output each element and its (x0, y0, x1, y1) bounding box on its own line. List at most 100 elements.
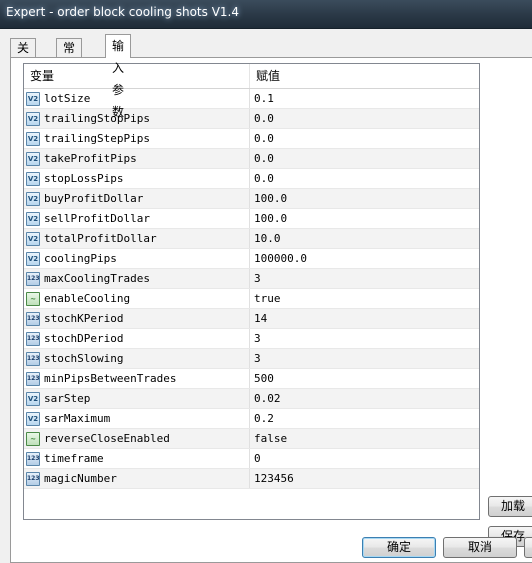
variable-cell: V2 sarStep (24, 389, 250, 408)
table-row[interactable]: V2 coolingPips 100000.0 (24, 249, 479, 269)
table-row[interactable]: V2 sarStep 0.02 (24, 389, 479, 409)
value-cell[interactable]: 14 (250, 309, 479, 328)
variable-cell: 123 stochDPeriod (24, 329, 250, 348)
int-type-icon: 123 (26, 371, 40, 386)
double-type-icon: V2 (26, 111, 40, 126)
variable-cell: V2 trailingStopPips (24, 109, 250, 128)
table-row[interactable]: V2 trailingStopPips 0.0 (24, 109, 479, 129)
int-type-icon: 123 (26, 331, 40, 346)
table-row[interactable]: 123 stochKPeriod 14 (24, 309, 479, 329)
value-cell[interactable]: 0.0 (250, 129, 479, 148)
double-type-icon: V2 (26, 231, 40, 246)
extra-button[interactable] (524, 537, 532, 558)
value-cell[interactable]: 100000.0 (250, 249, 479, 268)
variable-name: trailingStepPips (44, 132, 150, 145)
variable-name: stopLossPips (44, 172, 124, 185)
table-row[interactable]: 123 magicNumber 123456 (24, 469, 479, 489)
variable-cell: V2 sellProfitDollar (24, 209, 250, 228)
variable-cell: 123 magicNumber (24, 469, 250, 488)
value-cell[interactable]: 100.0 (250, 209, 479, 228)
variable-cell: 123 minPipsBetweenTrades (24, 369, 250, 388)
variable-name: sellProfitDollar (44, 212, 150, 225)
double-type-icon: V2 (26, 411, 40, 426)
table-row[interactable]: V2 buyProfitDollar 100.0 (24, 189, 479, 209)
value-cell[interactable]: 100.0 (250, 189, 479, 208)
int-type-icon: 123 (26, 311, 40, 326)
value-cell[interactable]: 500 (250, 369, 479, 388)
table-row[interactable]: ~ reverseCloseEnabled false (24, 429, 479, 449)
tab-about[interactable]: 关于 (10, 38, 37, 73)
value-cell[interactable]: 10.0 (250, 229, 479, 248)
table-row[interactable]: 123 maxCoolingTrades 3 (24, 269, 479, 289)
int-type-icon: 123 (26, 351, 40, 366)
value-cell[interactable]: 3 (250, 349, 479, 368)
parameters-grid[interactable]: 变量 赋值 V2 lotSize 0.1 V2 trailingStopPips 0.0 V… (23, 63, 480, 520)
table-row[interactable]: ~ enableCooling true (24, 289, 479, 309)
value-cell[interactable]: false (250, 429, 479, 448)
table-row[interactable]: 123 stochDPeriod 3 (24, 329, 479, 349)
tab-common[interactable]: 常用 (56, 38, 83, 73)
double-type-icon: V2 (26, 151, 40, 166)
value-cell[interactable]: 0.0 (250, 169, 479, 188)
ok-button[interactable]: 确定 (362, 537, 436, 558)
variable-cell: V2 sarMaximum (24, 409, 250, 428)
cancel-button[interactable]: 取消 (443, 537, 517, 558)
table-row[interactable]: V2 sellProfitDollar 100.0 (24, 209, 479, 229)
int-type-icon: 123 (26, 451, 40, 466)
value-cell[interactable]: 123456 (250, 469, 479, 488)
value-cell[interactable]: 0.02 (250, 389, 479, 408)
variable-name: stochSlowing (44, 352, 124, 365)
table-row[interactable]: V2 stopLossPips 0.0 (24, 169, 479, 189)
value-cell[interactable]: 0.1 (250, 89, 479, 108)
variable-name: sarStep (44, 392, 91, 405)
variable-name: lotSize (44, 92, 91, 105)
variable-cell: V2 coolingPips (24, 249, 250, 268)
tab-inputs[interactable]: 输入参数 (105, 34, 132, 119)
variable-name: enableCooling (44, 292, 131, 305)
variable-cell: 123 timeframe (24, 449, 250, 468)
grid-rows: V2 lotSize 0.1 V2 trailingStopPips 0.0 V2 trail… (24, 89, 479, 489)
table-row[interactable]: 123 minPipsBetweenTrades 500 (24, 369, 479, 389)
int-type-icon: 123 (26, 471, 40, 486)
table-row[interactable]: 123 timeframe 0 (24, 449, 479, 469)
double-type-icon: V2 (26, 211, 40, 226)
value-cell[interactable]: 0.0 (250, 149, 479, 168)
double-type-icon: V2 (26, 131, 40, 146)
column-header-variable[interactable]: 变量 (24, 64, 250, 88)
double-type-icon: V2 (26, 91, 40, 106)
variable-cell: 123 maxCoolingTrades (24, 269, 250, 288)
variable-cell: V2 stopLossPips (24, 169, 250, 188)
value-cell[interactable]: 3 (250, 329, 479, 348)
variable-name: magicNumber (44, 472, 117, 485)
grid-header: 变量 赋值 (24, 64, 479, 89)
table-row[interactable]: V2 sarMaximum 0.2 (24, 409, 479, 429)
value-cell[interactable]: 0.2 (250, 409, 479, 428)
value-cell[interactable]: 0.0 (250, 109, 479, 128)
value-cell[interactable]: true (250, 289, 479, 308)
load-button[interactable]: 加载 (488, 496, 532, 517)
bool-type-icon: ~ (26, 431, 40, 446)
table-row[interactable]: V2 totalProfitDollar 10.0 (24, 229, 479, 249)
variable-name: trailingStopPips (44, 112, 150, 125)
value-cell[interactable]: 3 (250, 269, 479, 288)
value-cell[interactable]: 0 (250, 449, 479, 468)
column-header-value[interactable]: 赋值 (250, 64, 479, 88)
variable-name: maxCoolingTrades (44, 272, 150, 285)
double-type-icon: V2 (26, 171, 40, 186)
variable-cell: V2 buyProfitDollar (24, 189, 250, 208)
inputs-panel: 变量 赋值 V2 lotSize 0.1 V2 trailingStopPips 0.0 V… (10, 57, 532, 563)
table-row[interactable]: V2 trailingStepPips 0.0 (24, 129, 479, 149)
variable-cell: 123 stochSlowing (24, 349, 250, 368)
variable-cell: V2 takeProfitPips (24, 149, 250, 168)
variable-cell: 123 stochKPeriod (24, 309, 250, 328)
table-row[interactable]: V2 lotSize 0.1 (24, 89, 479, 109)
table-row[interactable]: 123 stochSlowing 3 (24, 349, 479, 369)
double-type-icon: V2 (26, 251, 40, 266)
variable-name: coolingPips (44, 252, 117, 265)
table-row[interactable]: V2 takeProfitPips 0.0 (24, 149, 479, 169)
variable-name: buyProfitDollar (44, 192, 144, 205)
window-title: Expert - order block cooling shots V1.4 (6, 5, 239, 19)
variable-name: sarMaximum (44, 412, 111, 425)
dialog-client: 关于 常用 输入参数 变量 赋值 V2 lotSize 0.1 V2 trailingS… (0, 29, 532, 563)
variable-name: reverseCloseEnabled (44, 432, 170, 445)
